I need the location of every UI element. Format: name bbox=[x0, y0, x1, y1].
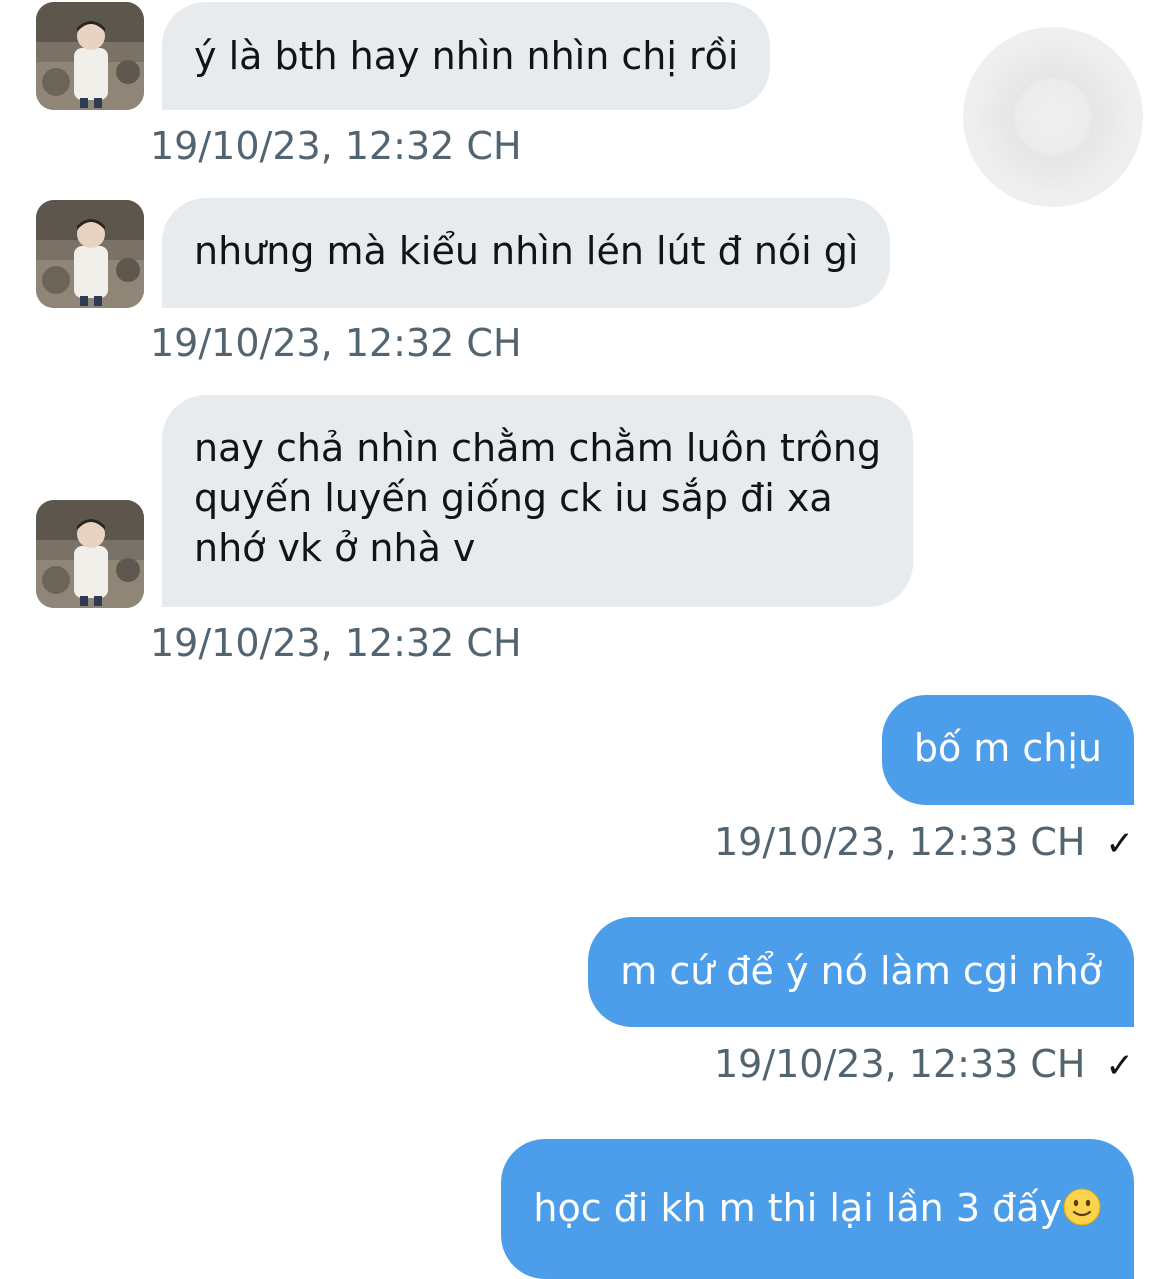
message-text-line: nay chả nhìn chằm chằm luôn trông bbox=[194, 426, 882, 470]
message-timestamp: 19/10/23, 12:33 CH ✓ bbox=[714, 1042, 1134, 1086]
message-timestamp: 19/10/23, 12:33 CH ✓ bbox=[714, 820, 1134, 864]
message-bubble[interactable]: nhưng mà kiểu nhìn lén lút đ nói gì bbox=[162, 198, 891, 308]
sender-avatar[interactable] bbox=[36, 200, 144, 308]
slightly-smiling-face-icon bbox=[1063, 1188, 1101, 1226]
message-text: bố m chịu bbox=[913, 726, 1102, 770]
message-text-line: nhớ vk ở nhà v bbox=[194, 526, 476, 570]
avatar-photo-icon bbox=[36, 500, 144, 608]
sender-avatar[interactable] bbox=[36, 2, 144, 110]
message-bubble[interactable]: học đi kh m thi lại lần 3 đấy bbox=[501, 1139, 1134, 1279]
message-timestamp: 19/10/23, 12:32 CH bbox=[150, 621, 522, 665]
checkmark-icon: ✓ bbox=[1105, 1046, 1135, 1086]
message-timestamp: 19/10/23, 12:32 CH bbox=[150, 124, 522, 168]
scroll-to-bottom-button[interactable] bbox=[963, 27, 1143, 207]
message-text: m cứ để ý nó làm cgi nhở bbox=[620, 949, 1102, 993]
message-text-line: quyến luyến giống ck iu sắp đi xa bbox=[194, 476, 833, 520]
message-bubble[interactable]: ý là bth hay nhìn nhìn chị rồi bbox=[162, 2, 771, 110]
message-text: nhưng mà kiểu nhìn lén lút đ nói gì bbox=[194, 229, 859, 273]
avatar-photo-icon bbox=[36, 2, 144, 110]
message-bubble[interactable]: bố m chịu bbox=[881, 695, 1134, 805]
timestamp-text: 19/10/23, 12:33 CH bbox=[713, 820, 1086, 864]
message-text: học đi kh m thi lại lần 3 đấy bbox=[533, 1186, 1062, 1230]
message-bubble[interactable]: m cứ để ý nó làm cgi nhở bbox=[588, 917, 1134, 1027]
message-text-with-emoji: học đi kh m thi lại lần 3 đấy bbox=[533, 1183, 1102, 1233]
sender-avatar[interactable] bbox=[36, 500, 144, 608]
message-text: ý là bth hay nhìn nhìn chị rồi bbox=[194, 34, 739, 78]
checkmark-icon: ✓ bbox=[1105, 824, 1135, 864]
timestamp-text: 19/10/23, 12:33 CH bbox=[713, 1042, 1086, 1086]
message-timestamp: 19/10/23, 12:32 CH bbox=[150, 321, 522, 365]
avatar-photo-icon bbox=[36, 200, 144, 308]
message-bubble[interactable]: nay chả nhìn chằm chằm luôn trông quyến … bbox=[162, 395, 914, 607]
